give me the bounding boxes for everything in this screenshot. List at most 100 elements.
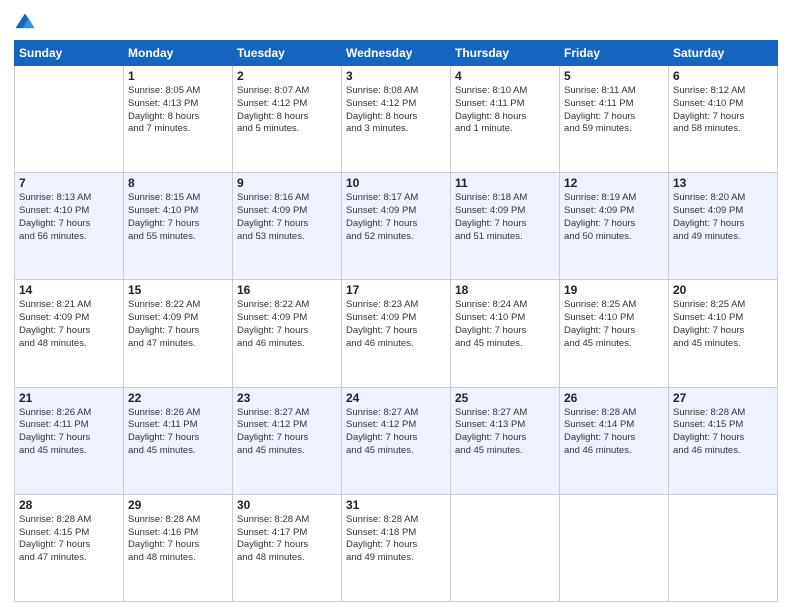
- day-info: Sunrise: 8:28 AM Sunset: 4:14 PM Dayligh…: [564, 407, 664, 458]
- day-info: Sunrise: 8:08 AM Sunset: 4:12 PM Dayligh…: [346, 85, 446, 136]
- calendar-week-row: 21 Sunrise: 8:26 AM Sunset: 4:11 PM Dayli…: [15, 387, 778, 494]
- day-info: Sunrise: 8:26 AM Sunset: 4:11 PM Dayligh…: [19, 407, 119, 458]
- day-number: 14: [19, 283, 119, 297]
- calendar-week-row: 7Sunrise: 8:13 AM Sunset: 4:10 PM Daylig…: [15, 173, 778, 280]
- calendar-cell: 17 Sunrise: 8:23 AM Sunset: 4:09 PM Dayli…: [342, 280, 451, 387]
- calendar-cell: 7Sunrise: 8:13 AM Sunset: 4:10 PM Daylig…: [15, 173, 124, 280]
- day-number: 19: [564, 283, 664, 297]
- calendar-cell: 25 Sunrise: 8:27 AM Sunset: 4:13 PM Dayli…: [451, 387, 560, 494]
- calendar-cell: 15 Sunrise: 8:22 AM Sunset: 4:09 PM Dayli…: [124, 280, 233, 387]
- day-info: Sunrise: 8:05 AM Sunset: 4:13 PM Dayligh…: [128, 85, 228, 136]
- day-number: 6: [673, 69, 773, 83]
- day-info: Sunrise: 8:25 AM Sunset: 4:10 PM Dayligh…: [673, 299, 773, 350]
- calendar-cell: 29 Sunrise: 8:28 AM Sunset: 4:16 PM Dayli…: [124, 494, 233, 601]
- calendar-cell: 12 Sunrise: 8:19 AM Sunset: 4:09 PM Dayli…: [560, 173, 669, 280]
- logo: [14, 14, 40, 34]
- day-number: 25: [455, 391, 555, 405]
- day-info: Sunrise: 8:27 AM Sunset: 4:12 PM Dayligh…: [237, 407, 337, 458]
- calendar-cell: 30 Sunrise: 8:28 AM Sunset: 4:17 PM Dayli…: [233, 494, 342, 601]
- calendar-cell: 4Sunrise: 8:10 AM Sunset: 4:11 PM Daylig…: [451, 66, 560, 173]
- calendar-cell: 2Sunrise: 8:07 AM Sunset: 4:12 PM Daylig…: [233, 66, 342, 173]
- day-number: 11: [455, 176, 555, 190]
- calendar-cell: 22 Sunrise: 8:26 AM Sunset: 4:11 PM Dayli…: [124, 387, 233, 494]
- day-number: 30: [237, 498, 337, 512]
- day-number: 8: [128, 176, 228, 190]
- calendar-cell: 31 Sunrise: 8:28 AM Sunset: 4:18 PM Dayli…: [342, 494, 451, 601]
- calendar-cell: 9 Sunrise: 8:16 AM Sunset: 4:09 PM Daylig…: [233, 173, 342, 280]
- calendar-cell: [451, 494, 560, 601]
- day-info: Sunrise: 8:18 AM Sunset: 4:09 PM Dayligh…: [455, 192, 555, 243]
- calendar-cell: 13Sunrise: 8:20 AM Sunset: 4:09 PM Dayli…: [669, 173, 778, 280]
- day-of-week-header: Sunday: [15, 41, 124, 66]
- day-number: 12: [564, 176, 664, 190]
- day-number: 31: [346, 498, 446, 512]
- day-info: Sunrise: 8:27 AM Sunset: 4:13 PM Dayligh…: [455, 407, 555, 458]
- calendar-cell: 21 Sunrise: 8:26 AM Sunset: 4:11 PM Dayli…: [15, 387, 124, 494]
- logo-icon: [14, 12, 36, 34]
- calendar-week-row: 14 Sunrise: 8:21 AM Sunset: 4:09 PM Dayli…: [15, 280, 778, 387]
- day-info: Sunrise: 8:15 AM Sunset: 4:10 PM Dayligh…: [128, 192, 228, 243]
- calendar-cell: 27Sunrise: 8:28 AM Sunset: 4:15 PM Dayli…: [669, 387, 778, 494]
- day-number: 15: [128, 283, 228, 297]
- day-info: Sunrise: 8:17 AM Sunset: 4:09 PM Dayligh…: [346, 192, 446, 243]
- day-number: 28: [19, 498, 119, 512]
- day-number: 1: [128, 69, 228, 83]
- day-number: 17: [346, 283, 446, 297]
- calendar-cell: 23 Sunrise: 8:27 AM Sunset: 4:12 PM Dayli…: [233, 387, 342, 494]
- day-number: 22: [128, 391, 228, 405]
- calendar-week-row: 28Sunrise: 8:28 AM Sunset: 4:15 PM Dayli…: [15, 494, 778, 601]
- calendar-cell: 11 Sunrise: 8:18 AM Sunset: 4:09 PM Dayli…: [451, 173, 560, 280]
- day-info: Sunrise: 8:19 AM Sunset: 4:09 PM Dayligh…: [564, 192, 664, 243]
- calendar-cell: 19 Sunrise: 8:25 AM Sunset: 4:10 PM Dayli…: [560, 280, 669, 387]
- calendar-cell: 3 Sunrise: 8:08 AM Sunset: 4:12 PM Daylig…: [342, 66, 451, 173]
- day-info: Sunrise: 8:13 AM Sunset: 4:10 PM Dayligh…: [19, 192, 119, 243]
- day-number: 4: [455, 69, 555, 83]
- day-number: 23: [237, 391, 337, 405]
- day-info: Sunrise: 8:16 AM Sunset: 4:09 PM Dayligh…: [237, 192, 337, 243]
- calendar-cell: 8 Sunrise: 8:15 AM Sunset: 4:10 PM Daylig…: [124, 173, 233, 280]
- day-info: Sunrise: 8:22 AM Sunset: 4:09 PM Dayligh…: [128, 299, 228, 350]
- calendar-cell: [15, 66, 124, 173]
- day-info: Sunrise: 8:21 AM Sunset: 4:09 PM Dayligh…: [19, 299, 119, 350]
- day-number: 24: [346, 391, 446, 405]
- day-info: Sunrise: 8:28 AM Sunset: 4:18 PM Dayligh…: [346, 514, 446, 565]
- day-info: Sunrise: 8:20 AM Sunset: 4:09 PM Dayligh…: [673, 192, 773, 243]
- day-info: Sunrise: 8:27 AM Sunset: 4:12 PM Dayligh…: [346, 407, 446, 458]
- day-info: Sunrise: 8:28 AM Sunset: 4:16 PM Dayligh…: [128, 514, 228, 565]
- day-number: 3: [346, 69, 446, 83]
- calendar-cell: 18 Sunrise: 8:24 AM Sunset: 4:10 PM Dayli…: [451, 280, 560, 387]
- day-info: Sunrise: 8:11 AM Sunset: 4:11 PM Dayligh…: [564, 85, 664, 136]
- calendar-cell: 10Sunrise: 8:17 AM Sunset: 4:09 PM Dayli…: [342, 173, 451, 280]
- day-info: Sunrise: 8:24 AM Sunset: 4:10 PM Dayligh…: [455, 299, 555, 350]
- day-number: 20: [673, 283, 773, 297]
- day-of-week-header: Friday: [560, 41, 669, 66]
- calendar-cell: 1 Sunrise: 8:05 AM Sunset: 4:13 PM Daylig…: [124, 66, 233, 173]
- day-number: 16: [237, 283, 337, 297]
- day-info: Sunrise: 8:28 AM Sunset: 4:17 PM Dayligh…: [237, 514, 337, 565]
- calendar-cell: 24 Sunrise: 8:27 AM Sunset: 4:12 PM Dayli…: [342, 387, 451, 494]
- day-of-week-header: Saturday: [669, 41, 778, 66]
- calendar-cell: 6 Sunrise: 8:12 AM Sunset: 4:10 PM Daylig…: [669, 66, 778, 173]
- day-number: 9: [237, 176, 337, 190]
- day-info: Sunrise: 8:07 AM Sunset: 4:12 PM Dayligh…: [237, 85, 337, 136]
- day-number: 5: [564, 69, 664, 83]
- calendar-week-row: 1 Sunrise: 8:05 AM Sunset: 4:13 PM Daylig…: [15, 66, 778, 173]
- calendar-cell: [560, 494, 669, 601]
- calendar-cell: 16 Sunrise: 8:22 AM Sunset: 4:09 PM Dayli…: [233, 280, 342, 387]
- day-info: Sunrise: 8:23 AM Sunset: 4:09 PM Dayligh…: [346, 299, 446, 350]
- day-info: Sunrise: 8:28 AM Sunset: 4:15 PM Dayligh…: [673, 407, 773, 458]
- calendar-cell: [669, 494, 778, 601]
- calendar-cell: 5 Sunrise: 8:11 AM Sunset: 4:11 PM Daylig…: [560, 66, 669, 173]
- day-number: 21: [19, 391, 119, 405]
- page: SundayMondayTuesdayWednesdayThursdayFrid…: [0, 0, 792, 612]
- day-info: Sunrise: 8:26 AM Sunset: 4:11 PM Dayligh…: [128, 407, 228, 458]
- day-info: Sunrise: 8:25 AM Sunset: 4:10 PM Dayligh…: [564, 299, 664, 350]
- day-info: Sunrise: 8:22 AM Sunset: 4:09 PM Dayligh…: [237, 299, 337, 350]
- day-number: 29: [128, 498, 228, 512]
- day-of-week-header: Thursday: [451, 41, 560, 66]
- calendar-cell: 20 Sunrise: 8:25 AM Sunset: 4:10 PM Dayli…: [669, 280, 778, 387]
- calendar-header-row: SundayMondayTuesdayWednesdayThursdayFrid…: [15, 41, 778, 66]
- calendar-cell: 28Sunrise: 8:28 AM Sunset: 4:15 PM Dayli…: [15, 494, 124, 601]
- day-number: 18: [455, 283, 555, 297]
- day-info: Sunrise: 8:12 AM Sunset: 4:10 PM Dayligh…: [673, 85, 773, 136]
